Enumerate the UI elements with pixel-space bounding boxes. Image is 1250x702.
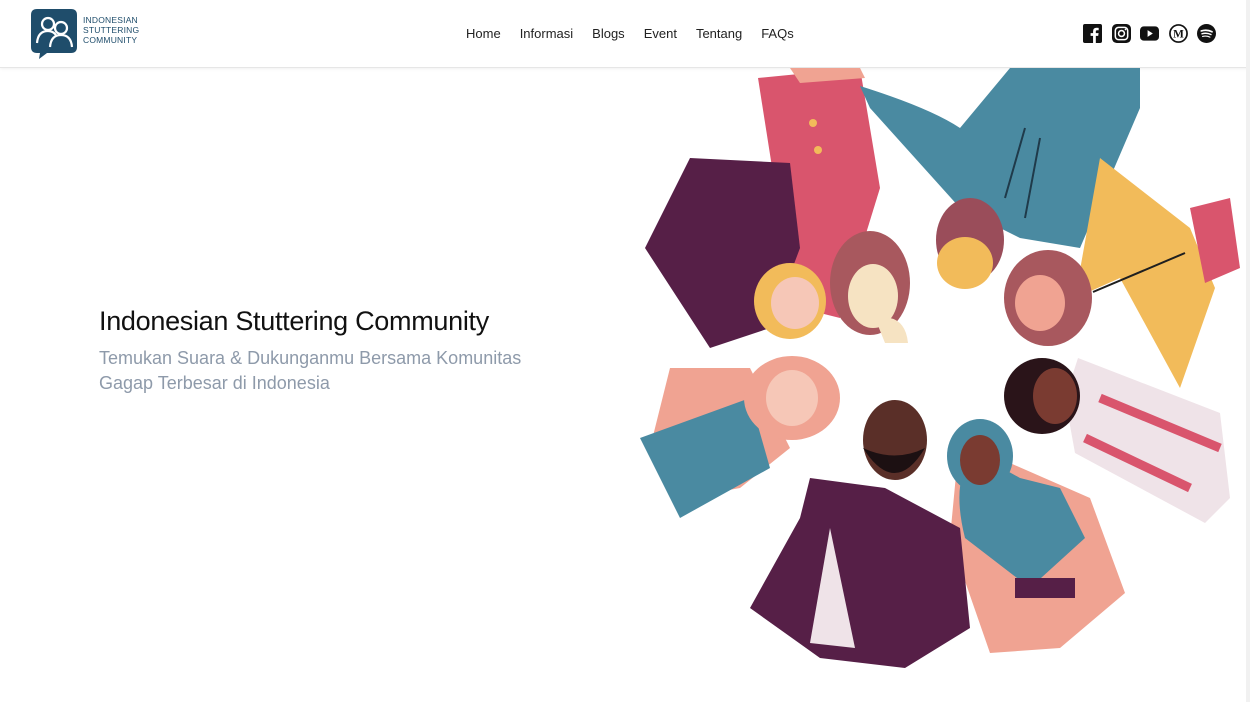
youtube-icon[interactable]: [1140, 24, 1159, 43]
page-scrollbar[interactable]: [1246, 0, 1250, 702]
social-links: M: [1083, 24, 1226, 43]
nav-event[interactable]: Event: [644, 26, 677, 41]
hero-title: Indonesian Stuttering Community: [99, 306, 489, 336]
nav-informasi[interactable]: Informasi: [520, 26, 573, 41]
nav-faqs[interactable]: FAQs: [761, 26, 794, 41]
nav-blogs[interactable]: Blogs: [592, 26, 625, 41]
svg-text:M: M: [1173, 28, 1184, 40]
main-nav: Home Informasi Blogs Event Tentang FAQs: [466, 26, 813, 41]
brand-text: INDONESIAN STUTTERING COMMUNITY: [83, 15, 139, 45]
brand-logo[interactable]: INDONESIAN STUTTERING COMMUNITY: [31, 9, 139, 59]
brand-line-2: STUTTERING: [83, 25, 140, 35]
hero-subtitle: Temukan Suara & Dukunganmu Bersama Komun…: [99, 348, 522, 393]
nav-tentang[interactable]: Tentang: [696, 26, 742, 41]
navbar: INDONESIAN STUTTERING COMMUNITY Home Inf…: [0, 0, 1250, 68]
spotify-icon[interactable]: [1197, 24, 1216, 43]
community-illustration: [630, 68, 1250, 668]
nav-home[interactable]: Home: [466, 26, 501, 41]
brand-line-3: COMMUNITY: [83, 35, 138, 45]
medium-icon[interactable]: M: [1168, 24, 1188, 43]
logo-icon: [31, 9, 77, 59]
facebook-icon[interactable]: [1083, 24, 1102, 43]
instagram-icon[interactable]: [1111, 24, 1131, 43]
brand-line-1: INDONESIAN: [83, 15, 138, 25]
